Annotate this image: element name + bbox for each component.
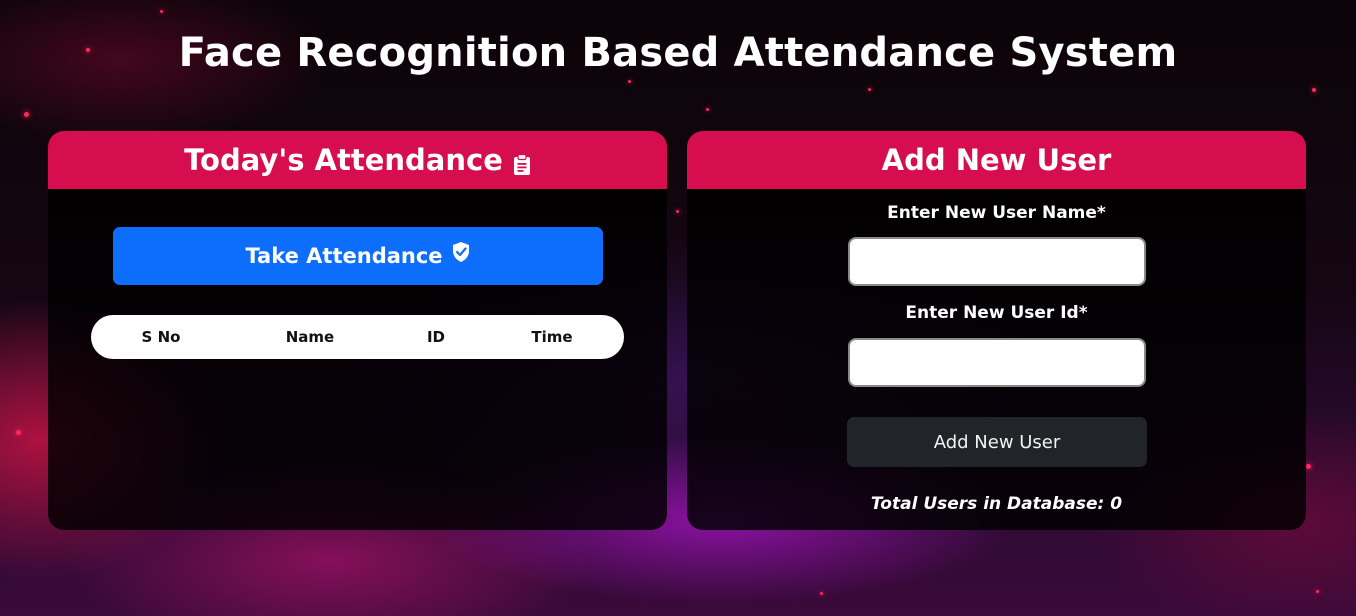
user-name-label: Enter New User Name* xyxy=(887,203,1106,223)
attendance-panel-header: Today's Attendance xyxy=(48,131,667,189)
user-name-input[interactable] xyxy=(848,237,1146,286)
attendance-panel-title: Today's Attendance xyxy=(184,143,503,177)
add-user-panel: Add New User Enter New User Name* Enter … xyxy=(687,131,1306,530)
add-user-panel-title: Add New User xyxy=(881,143,1112,177)
user-id-input[interactable] xyxy=(848,338,1146,387)
attendance-table-header: S No Name ID Time xyxy=(91,315,624,359)
user-id-label: Enter New User Id* xyxy=(905,303,1088,323)
take-attendance-button[interactable]: Take Attendance xyxy=(113,227,603,285)
column-header-time: Time xyxy=(531,328,573,346)
take-attendance-label: Take Attendance xyxy=(245,244,443,268)
attendance-panel: Today's Attendance Take Attendance S No … xyxy=(48,131,667,530)
add-user-panel-header: Add New User xyxy=(687,131,1306,189)
column-header-id: ID xyxy=(426,328,446,346)
column-header-name: Name xyxy=(285,328,335,346)
page-title: Face Recognition Based Attendance System xyxy=(178,30,1178,76)
total-users-count: Total Users in Database: 0 xyxy=(870,494,1123,514)
add-new-user-button[interactable]: Add New User xyxy=(847,417,1147,467)
clipboard-icon xyxy=(513,149,531,175)
column-header-sno: S No xyxy=(141,328,181,346)
shield-check-icon xyxy=(451,241,471,263)
